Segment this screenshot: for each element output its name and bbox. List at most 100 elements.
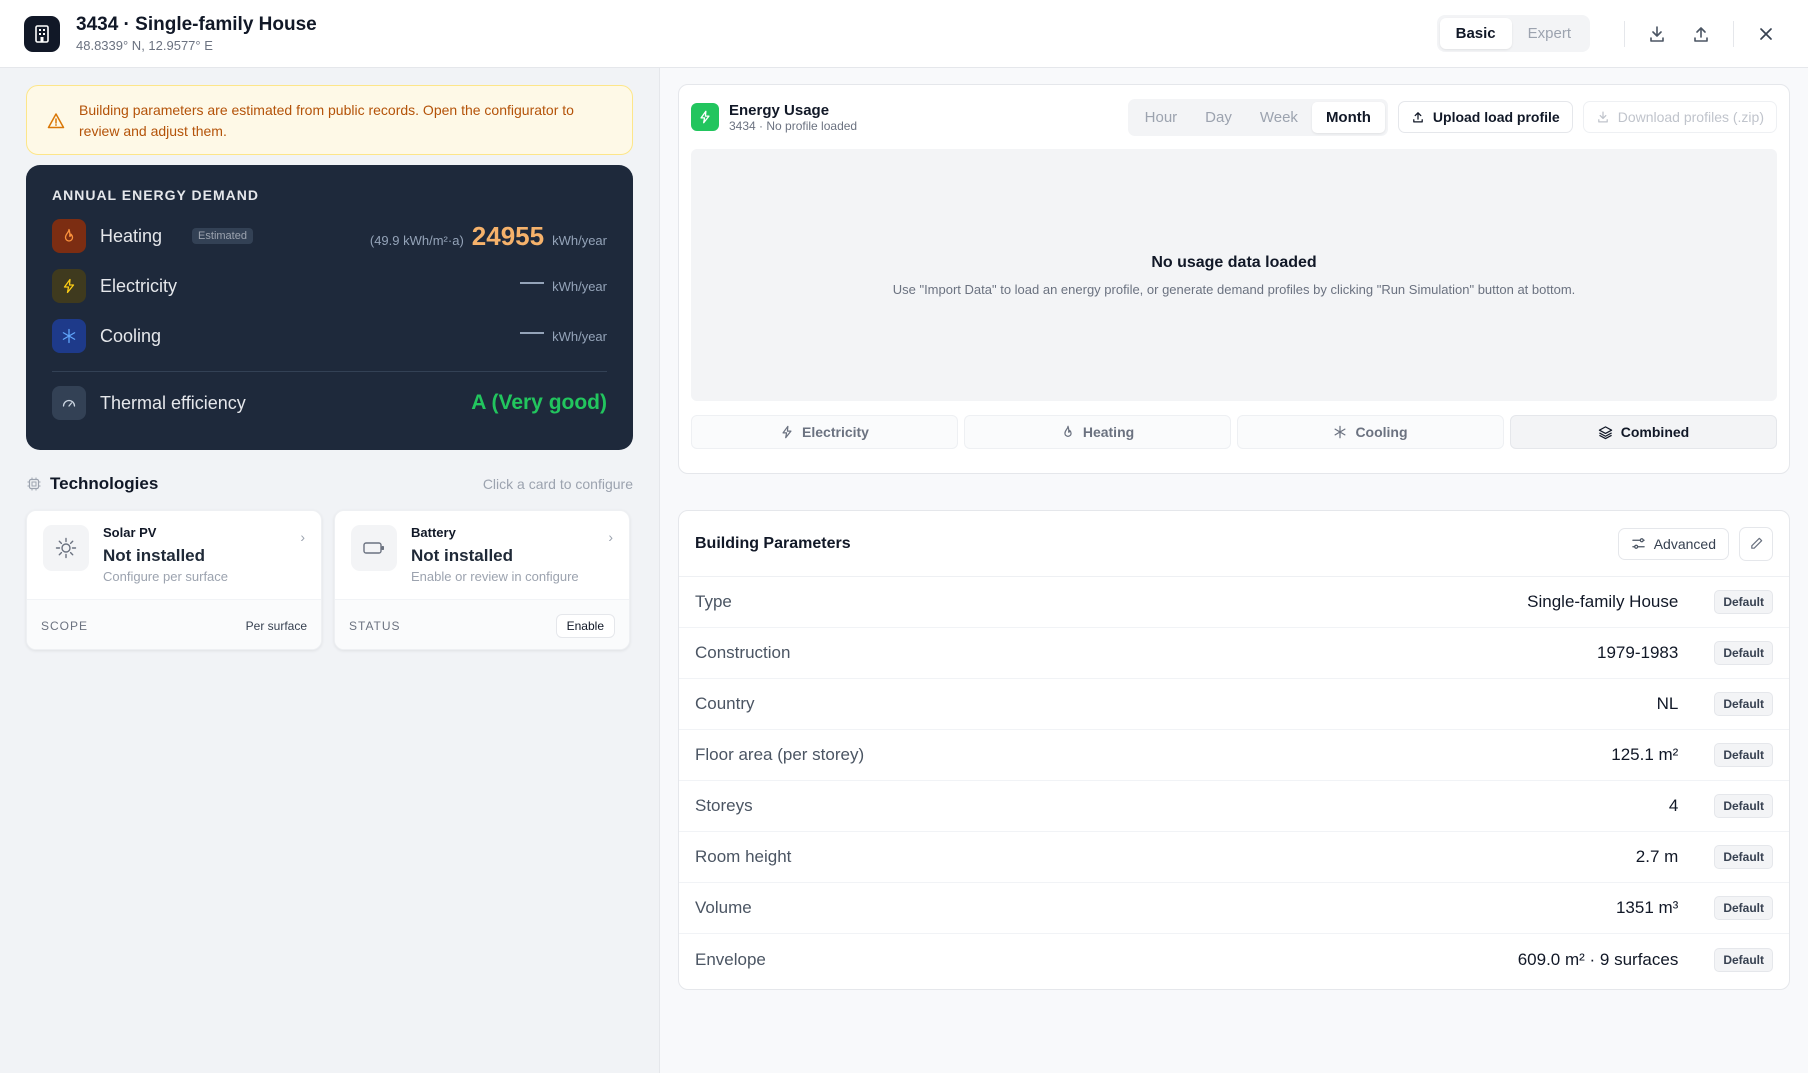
download-label: Download profiles (.zip): [1617, 109, 1764, 125]
efficiency-label: Thermal efficiency: [100, 392, 246, 413]
period-month[interactable]: Month: [1311, 101, 1385, 133]
parameter-value: 4: [1668, 796, 1679, 815]
empty-text: Use "Import Data" to load an energy prof…: [892, 281, 1576, 297]
period-hour[interactable]: Hour: [1131, 102, 1192, 133]
tab-electricity[interactable]: Electricity: [691, 415, 958, 449]
left-panel: Building parameters are estimated from p…: [0, 68, 660, 1073]
solar-pv-card[interactable]: Solar PV Not installed Configure per sur…: [26, 510, 322, 650]
technologies-title: Technologies: [50, 474, 159, 493]
download-button[interactable]: [1639, 16, 1675, 52]
battery-enable-button[interactable]: Enable: [555, 613, 615, 638]
mode-basic-button[interactable]: Basic: [1439, 18, 1512, 49]
default-badge[interactable]: Default: [1714, 692, 1773, 716]
parameter-value: NL: [1656, 694, 1679, 713]
tab-electricity-label: Electricity: [802, 424, 869, 440]
electricity-label: Electricity: [100, 275, 178, 296]
flame-icon: [52, 219, 86, 253]
battery-state: Not installed: [411, 546, 514, 565]
cooling-label: Cooling: [100, 325, 162, 346]
tab-combined-label: Combined: [1620, 424, 1690, 440]
divider: [1733, 20, 1734, 47]
upload-icon: [1694, 26, 1708, 42]
sliders-icon: [1631, 538, 1645, 549]
right-panel: Energy Usage 3434 · No profile loaded Ho…: [660, 68, 1808, 1073]
parameter-value: 125.1 m²: [1611, 745, 1679, 764]
demand-row-cooling: Cooling kWh/year: [52, 311, 607, 361]
parameter-row: Type Single-family House Default: [679, 577, 1789, 628]
layers-icon: [1598, 425, 1612, 439]
parameter-row: Volume 1351 m³ Default: [679, 883, 1789, 934]
battery-card[interactable]: Battery Not installed Enable or review i…: [334, 510, 630, 650]
building-parameters-panel: Building Parameters Advanced Type Single-…: [678, 510, 1790, 990]
tab-heating[interactable]: Heating: [964, 415, 1231, 449]
solar-scope-key: SCOPE: [41, 618, 89, 633]
advanced-button[interactable]: Advanced: [1617, 527, 1729, 560]
upload-label: Upload load profile: [1432, 109, 1560, 125]
period-selector: Hour Day Week Month: [1127, 98, 1388, 136]
parameter-row: Construction 1979-1983 Default: [679, 628, 1789, 679]
technologies-header: Technologies Click a card to configure: [26, 472, 633, 496]
upload-button[interactable]: [1683, 16, 1719, 52]
coordinates: 48.8339° N, 12.9577° E: [76, 38, 213, 53]
pencil-icon: [1750, 537, 1762, 549]
chevron-right-icon: ›: [608, 529, 613, 545]
period-day[interactable]: Day: [1191, 102, 1246, 133]
cooling-unit: kWh/year: [552, 328, 607, 344]
solar-name: Solar PV: [103, 525, 157, 540]
building-icon: [24, 15, 60, 52]
technologies-hint: Click a card to configure: [482, 476, 633, 492]
demand-title: ANNUAL ENERGY DEMAND: [52, 187, 259, 203]
snowflake-icon: [52, 319, 86, 353]
usage-empty-state: No usage data loaded Use "Import Data" t…: [691, 149, 1777, 401]
demand-row-efficiency: Thermal efficiency A (Very good): [52, 378, 607, 428]
battery-icon: [351, 525, 397, 571]
parameter-value: 1351 m³: [1615, 898, 1679, 917]
period-week[interactable]: Week: [1246, 102, 1312, 133]
divider: [1624, 20, 1625, 47]
page-title: 3434 · Single-family House: [76, 14, 317, 35]
parameter-row: Floor area (per storey) 125.1 m² Default: [679, 730, 1789, 781]
default-badge[interactable]: Default: [1714, 794, 1773, 818]
chevron-right-icon: ›: [300, 529, 305, 545]
parameter-value: 2.7 m: [1635, 847, 1679, 866]
efficiency-value: A (Very good): [471, 391, 607, 414]
tab-combined[interactable]: Combined: [1510, 415, 1777, 449]
edit-button[interactable]: [1739, 526, 1773, 561]
default-badge[interactable]: Default: [1714, 896, 1773, 920]
parameter-row: Envelope 609.0 m² · 9 surfaces Default: [679, 934, 1789, 985]
technology-cards: Solar PV Not installed Configure per sur…: [26, 510, 633, 650]
energy-usage-panel: Energy Usage 3434 · No profile loaded Ho…: [678, 84, 1790, 474]
chip-icon: [27, 477, 41, 491]
divider: [52, 371, 607, 372]
demand-row-heating[interactable]: Heating Estimated (49.9 kWh/m²·a) 24955 …: [52, 211, 607, 261]
default-badge[interactable]: Default: [1714, 743, 1773, 767]
default-badge[interactable]: Default: [1714, 641, 1773, 665]
upload-load-profile-button[interactable]: Upload load profile: [1397, 101, 1573, 133]
warning-banner: Building parameters are estimated from p…: [26, 85, 633, 155]
lightning-icon: [52, 269, 86, 303]
advanced-label: Advanced: [1653, 535, 1716, 552]
parameter-value: 609.0 m² · 9 surfaces: [1517, 949, 1679, 969]
download-icon: [1597, 111, 1608, 123]
parameter-label: Storeys: [695, 796, 753, 815]
default-badge[interactable]: Default: [1714, 947, 1773, 972]
default-badge[interactable]: Default: [1714, 590, 1773, 614]
empty-title: No usage data loaded: [1151, 253, 1317, 271]
parameter-row: Storeys 4 Default: [679, 781, 1789, 832]
download-profiles-button[interactable]: Download profiles (.zip): [1582, 101, 1777, 133]
mode-toggle: Basic Expert: [1436, 15, 1590, 52]
heating-label: Heating: [100, 225, 163, 246]
tab-cooling[interactable]: Cooling: [1237, 415, 1504, 449]
solar-sub: Configure per surface: [103, 569, 229, 584]
estimated-tag: Estimated: [192, 228, 253, 244]
parameter-list: Type Single-family House Default Constructi…: [679, 577, 1789, 985]
parameter-row: Room height 2.7 m Default: [679, 832, 1789, 883]
lightning-icon: [782, 425, 792, 439]
sun-icon: [43, 525, 89, 571]
default-badge[interactable]: Default: [1714, 845, 1773, 869]
energy-type-tabs: Electricity Heating Cooling Combined: [691, 415, 1777, 449]
parameter-row: Country NL Default: [679, 679, 1789, 730]
solar-state: Not installed: [103, 546, 206, 565]
mode-expert-button[interactable]: Expert: [1512, 18, 1587, 49]
close-button[interactable]: [1748, 16, 1784, 52]
